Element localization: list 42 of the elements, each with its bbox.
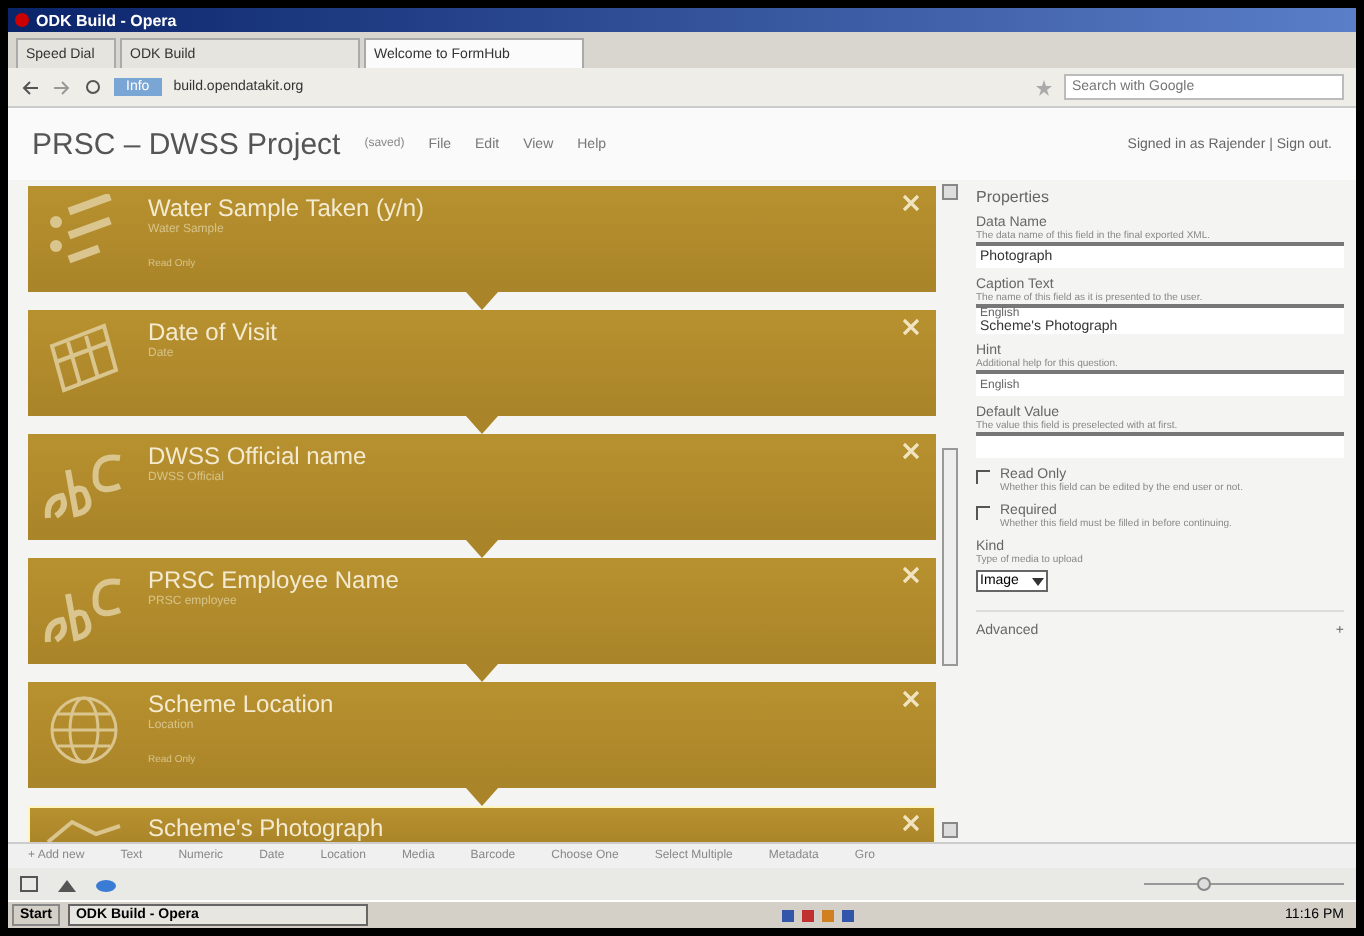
- field-title: PRSC Employee Name: [148, 566, 401, 594]
- field-title: Date of Visit: [148, 318, 279, 346]
- close-button[interactable]: [902, 690, 920, 708]
- field-title: DWSS Official name: [148, 442, 369, 470]
- close-icon: [902, 442, 920, 460]
- close-icon: [902, 194, 920, 212]
- checkbox[interactable]: [976, 506, 990, 520]
- field-title: Scheme Location: [148, 690, 336, 718]
- checkbox[interactable]: [976, 470, 990, 484]
- close-button[interactable]: [902, 566, 920, 584]
- close-icon: [902, 814, 920, 832]
- close-button[interactable]: [902, 318, 920, 336]
- close-icon: [902, 566, 920, 584]
- project-title: PRSC – DWSS Project: [32, 127, 341, 161]
- scrollbar-thumb[interactable]: [942, 448, 958, 667]
- properties-title: Properties: [976, 188, 1051, 206]
- connector-arrow-icon: [466, 664, 498, 682]
- star-icon[interactable]: [1036, 79, 1052, 95]
- reload-icon[interactable]: [84, 78, 102, 96]
- field-title: Scheme's Photograph: [148, 814, 386, 842]
- zoom-slider-drawing[interactable]: [1144, 876, 1344, 892]
- scroll-down-button[interactable]: [942, 822, 958, 838]
- field-title: Water Sample Taken (y/n): [148, 194, 427, 222]
- connector-arrow-icon: [466, 416, 498, 434]
- connector-arrow-icon: [466, 540, 498, 558]
- calendar-icon: [44, 318, 124, 398]
- text-field[interactable]: [976, 432, 1344, 458]
- close-button[interactable]: [902, 814, 920, 832]
- forward-icon[interactable]: [52, 79, 72, 95]
- caret-icon: [1032, 575, 1044, 587]
- field-card[interactable]: Scheme's Photograph: [28, 806, 936, 842]
- close-icon: [902, 690, 920, 708]
- close-button[interactable]: [902, 442, 920, 460]
- connector-arrow-icon: [466, 788, 498, 806]
- panel-icon[interactable]: [20, 876, 38, 892]
- browser-logo-icon: [14, 12, 30, 28]
- back-icon[interactable]: [20, 79, 40, 95]
- close-icon: [902, 318, 920, 336]
- connector-arrow-icon: [466, 292, 498, 310]
- close-button[interactable]: [902, 194, 920, 212]
- scroll-up-button[interactable]: [942, 184, 958, 200]
- window-title: ODK Build - Opera: [36, 11, 177, 29]
